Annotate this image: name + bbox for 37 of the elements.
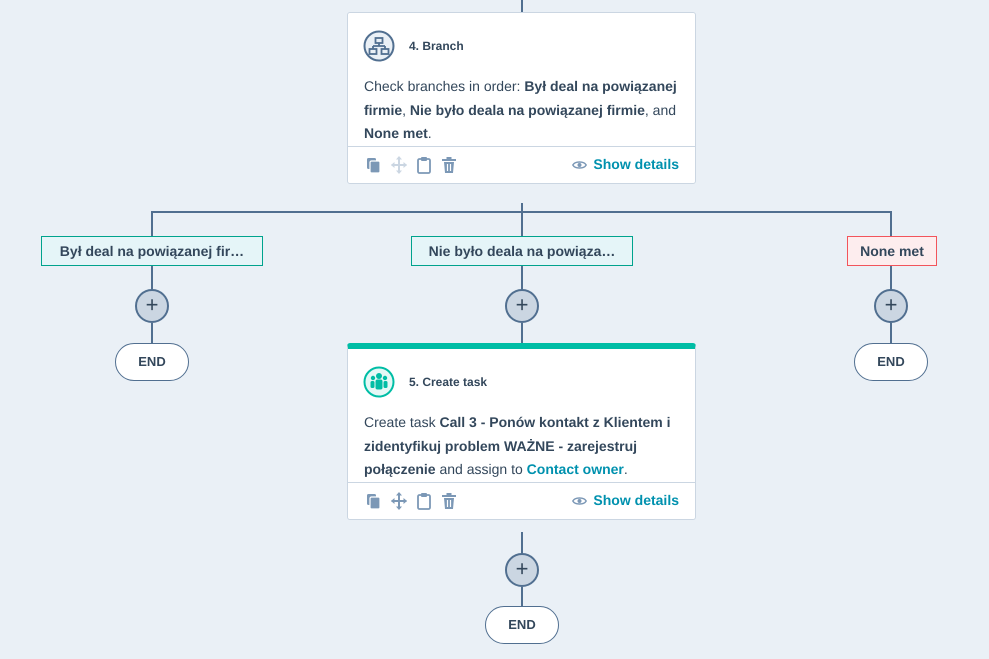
end-node: END <box>854 343 928 381</box>
connector-line <box>521 323 523 343</box>
add-step-button[interactable]: + <box>505 289 539 323</box>
show-details-link[interactable]: Show details <box>572 154 679 175</box>
end-node: END <box>485 606 559 644</box>
move-icon[interactable] <box>391 492 407 510</box>
trash-icon[interactable] <box>441 492 457 510</box>
connector-line <box>151 265 153 290</box>
end-node: END <box>115 343 189 381</box>
connector-line <box>890 323 892 343</box>
branch-icon <box>363 30 395 62</box>
branch-label: Był deal na powiązanej fir… <box>41 236 263 266</box>
clipboard-icon[interactable] <box>416 492 432 510</box>
branch-label: None met <box>847 236 937 266</box>
clipboard-icon[interactable] <box>416 156 432 174</box>
trash-icon[interactable] <box>441 156 457 174</box>
link[interactable]: Contact owner <box>526 461 624 477</box>
eye-icon <box>572 496 588 506</box>
step-title: 5. Create task <box>409 374 488 391</box>
copy-icon[interactable] <box>366 492 382 510</box>
step-description: Create task Call 3 - Ponów kontakt z Klientem i zidentyfikuj problem WAŻNE - zarejestruj połączenie and assign to Contact owner. <box>363 413 672 479</box>
people-icon <box>363 366 395 398</box>
connector-line <box>521 532 523 554</box>
connector-line <box>890 265 892 290</box>
show-details-link[interactable]: Show details <box>572 490 679 511</box>
step-title: 4. Branch <box>409 38 464 55</box>
step-description: Check branches in order: Był deal na powiązanej firmie, Nie było deala na powiązanej firmie, and None met. <box>363 77 678 143</box>
connector-line <box>521 265 523 290</box>
connector-line <box>151 323 153 343</box>
eye-icon <box>572 160 588 170</box>
branch-label: Nie było deala na powiąza… <box>411 236 633 266</box>
connector-line <box>521 587 523 606</box>
add-step-button[interactable]: + <box>135 289 169 323</box>
add-step-button[interactable]: + <box>874 289 908 323</box>
add-step-button[interactable]: + <box>505 553 539 587</box>
copy-icon[interactable] <box>366 156 382 174</box>
connector-line <box>521 0 523 12</box>
